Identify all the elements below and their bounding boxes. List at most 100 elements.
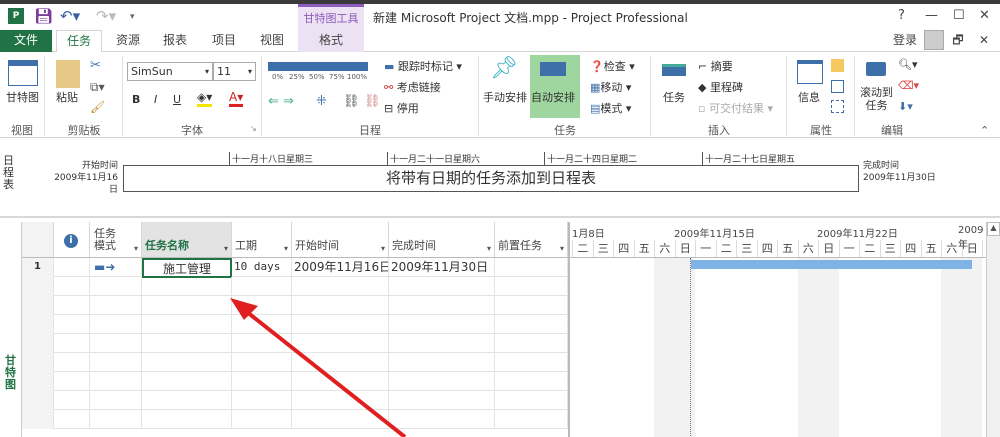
empty-table-row[interactable] [22,391,568,410]
cut-icon[interactable]: ✂ [90,58,101,73]
empty-table-row[interactable] [22,334,568,353]
empty-table-row[interactable] [22,315,568,334]
inspect-icon: ❓ [590,60,604,73]
percent-50-button[interactable] [308,62,328,71]
tab-project[interactable]: 项目 [204,30,244,52]
vertical-scrollbar[interactable]: ▲ [986,222,1000,437]
group-label-insert: 插入 [708,124,730,137]
gantt-view-button[interactable]: 甘特图 [6,89,39,105]
column-header-name[interactable]: 任务名称 ▾ [142,222,232,258]
auto-scheduled-icon[interactable]: ▬➜ [90,258,142,277]
add-to-timeline-icon[interactable] [831,100,844,113]
help-button[interactable]: ? [898,8,905,23]
column-header-predecessors[interactable]: 前置任务 ▾ [495,222,568,258]
empty-table-row[interactable] [22,372,568,391]
tab-format[interactable]: 格式 [298,30,364,52]
track-mark-button[interactable]: ▬ 跟踪时标记 ▾ [384,58,462,74]
tab-resource[interactable]: 资源 [108,30,148,52]
duration-cell[interactable]: 10 days [232,258,292,277]
save-icon[interactable]: 💾︎ [34,7,53,25]
format-painter-icon[interactable]: 🖌︎ [90,100,105,114]
column-header-duration[interactable]: 工期 ▾ [232,222,292,258]
predecessors-cell[interactable] [495,258,568,277]
deliverable-button[interactable]: ▫ 可交付结果 ▾ [698,100,773,116]
finish-date: 2009年11月30日 [863,173,936,183]
bold-button[interactable]: B [132,93,140,106]
mode-button[interactable]: ▤模式 ▾ [590,100,631,116]
underline-button[interactable]: U [173,93,181,106]
move-button[interactable]: ▦移动 ▾ [590,79,631,95]
select-all-corner[interactable] [22,222,54,258]
customize-qat-icon[interactable]: ▾ [130,12,135,22]
gantt-chart[interactable]: 二三四五六日一二三四五六日一二三四五六日一 1月8日 2009年11月15日 2… [568,222,986,437]
close-button[interactable]: ✕ [979,8,990,23]
highlight-color-icon[interactable]: ◈▾ [197,90,213,107]
login-link[interactable]: 登录 [888,30,922,52]
unlink-tasks-icon[interactable]: ⛓ [364,94,381,109]
row-id[interactable]: 1 [22,258,54,277]
percent-100-button[interactable] [348,62,368,71]
finish-cell[interactable]: 2009年11月30日 [389,258,495,277]
track-label: 跟踪时标记 [397,60,453,73]
empty-table-row[interactable] [22,296,568,315]
info-icon: i [64,234,78,248]
details-icon[interactable] [831,80,844,93]
scroll-up-icon[interactable]: ▲ [987,222,1000,236]
tab-task[interactable]: 任务 [56,30,102,53]
percent-25-button[interactable] [288,62,308,71]
timeline-start: 开始时间 2009年11月16日 [46,160,118,196]
paste-button[interactable]: 粘贴 [56,89,78,105]
empty-table-row[interactable] [22,353,568,372]
table-row[interactable]: 1 ▬➜ 施工管理 10 days 2009年11月16日 2009年11月30… [22,258,568,278]
maximize-button[interactable]: ☐ [953,8,965,23]
percent-75-button[interactable] [328,62,348,71]
column-header-start[interactable]: 开始时间 ▾ [292,222,389,258]
font-size-select[interactable]: 11 ▾ [213,62,256,81]
percent-label: 100% [347,73,368,81]
task-name-cell[interactable]: 施工管理 [142,258,232,278]
restore-button[interactable]: 🗗 [950,30,966,52]
notes-icon[interactable] [831,59,844,72]
respect-links-button[interactable]: ⚯ 考虑链接 [384,79,441,95]
collapse-ribbon-icon[interactable]: ⌃ [980,124,989,137]
info-column-header[interactable]: i [54,222,90,258]
manual-schedule-button[interactable]: 手动安排 [483,89,527,105]
column-header-finish[interactable]: 完成时间 ▾ [389,222,495,258]
link-tasks-icon[interactable]: ⛓ [343,94,360,109]
column-header-mode[interactable]: 任务 模式 ▾ [90,222,142,258]
clear-icon[interactable]: ⌫▾ [898,79,919,92]
empty-table-row[interactable] [22,410,568,429]
find-icon[interactable]: 🔍︎▾ [898,58,918,71]
start-cell[interactable]: 2009年11月16日 [292,258,389,277]
font-color-icon[interactable]: A▾ [229,90,244,107]
undo-icon[interactable]: ↶▾ [60,7,80,25]
close-doc-button[interactable]: ✕ [976,30,992,52]
avatar[interactable] [924,30,944,50]
auto-schedule-button[interactable]: 自动安排 [530,55,580,118]
information-button[interactable]: 信息 [798,89,820,105]
minimize-button[interactable]: — [925,8,938,23]
inactivate-button[interactable]: ⊟ 停用 [384,100,419,116]
font-name-select[interactable]: SimSun ▾ [127,62,213,81]
milestone-button[interactable]: ◆ 里程碑 [698,79,743,95]
scroll-to-task-button[interactable]: 滚动到 任务 [860,86,893,112]
italic-button[interactable]: I [154,93,157,106]
empty-table-row[interactable] [22,277,568,296]
split-task-icon[interactable]: ⁜ [316,94,327,109]
summary-button[interactable]: ⌐ 摘要 [698,58,733,74]
percent-0-button[interactable] [268,62,288,71]
insert-task-button[interactable]: 任务 [663,89,685,105]
indicator-cell[interactable] [54,258,90,277]
timeline-bar[interactable]: 将带有日期的任务添加到日程表 [123,165,859,192]
inspect-button[interactable]: ❓检查 ▾ [590,58,635,74]
outdent-icon[interactable]: ⇐ ⇒ [268,94,294,109]
tab-view[interactable]: 视图 [252,30,292,52]
fill-icon[interactable]: ⬇▾ [898,100,913,113]
tab-file[interactable]: 文件 [0,30,52,52]
redo-icon[interactable]: ↷▾ [96,7,116,25]
copy-icon[interactable]: ⧉▾ [90,80,105,95]
timeline-date-tick: 十一月十八日星期三 [229,152,313,166]
tab-report[interactable]: 报表 [155,30,195,52]
start-label: 开始时间 [81,161,118,171]
task-bar[interactable] [691,260,972,269]
